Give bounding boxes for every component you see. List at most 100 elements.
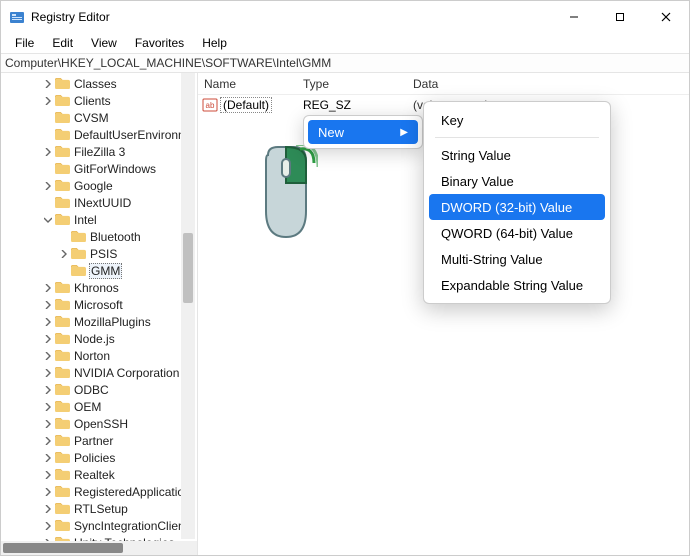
folder-icon xyxy=(71,231,86,243)
window-controls xyxy=(551,1,689,33)
tree-expand-icon[interactable] xyxy=(41,301,55,309)
column-data[interactable]: Data xyxy=(413,77,689,91)
tree-expand-icon[interactable] xyxy=(41,386,55,394)
tree-node[interactable]: OEM xyxy=(1,398,197,415)
tree-node-label: GMM xyxy=(89,263,122,279)
tree-node-label: Google xyxy=(73,179,114,193)
tree-node-label: Clients xyxy=(73,94,112,108)
tree-node[interactable]: Microsoft xyxy=(1,296,197,313)
context-item[interactable]: String Value xyxy=(429,142,605,168)
context-menu-new: Key String Value Binary Value DWORD (32-bit… xyxy=(423,101,611,304)
context-item[interactable]: QWORD (64-bit) Value xyxy=(429,220,605,246)
menu-view[interactable]: View xyxy=(83,35,125,51)
menu-help[interactable]: Help xyxy=(194,35,235,51)
tree-expand-icon[interactable] xyxy=(41,471,55,479)
context-item[interactable]: DWORD (32-bit) Value xyxy=(429,194,605,220)
registry-editor-window: Registry Editor File Edit View Favorites… xyxy=(0,0,690,556)
context-item-label: DWORD (32-bit) Value xyxy=(441,200,572,215)
tree-expand-icon[interactable] xyxy=(41,488,55,496)
tree-expand-icon[interactable] xyxy=(57,250,71,258)
tree-expand-icon[interactable] xyxy=(41,369,55,377)
tree-node[interactable]: Partner xyxy=(1,432,197,449)
tree-vertical-scrollbar[interactable] xyxy=(181,73,195,539)
context-item-label: New xyxy=(318,125,344,140)
tree-node[interactable]: OpenSSH xyxy=(1,415,197,432)
tree-horizontal-thumb[interactable] xyxy=(3,543,123,553)
tree-expand-icon[interactable] xyxy=(41,335,55,343)
tree-node-label: FileZilla 3 xyxy=(73,145,126,159)
tree-node[interactable]: Realtek xyxy=(1,466,197,483)
folder-icon xyxy=(55,95,70,107)
tree-node[interactable]: PSIS xyxy=(1,245,197,262)
context-menu-parent: New ▶ xyxy=(303,115,423,149)
tree-vertical-thumb[interactable] xyxy=(183,233,193,303)
menu-favorites[interactable]: Favorites xyxy=(127,35,192,51)
tree-node[interactable]: GitForWindows xyxy=(1,160,197,177)
tree-node[interactable]: DefaultUserEnvironm xyxy=(1,126,197,143)
tree-expand-icon[interactable] xyxy=(41,284,55,292)
tree-node-label: GitForWindows xyxy=(73,162,157,176)
tree-expand-icon[interactable] xyxy=(41,148,55,156)
column-name[interactable]: Name xyxy=(198,77,303,91)
tree-node[interactable]: MozillaPlugins xyxy=(1,313,197,330)
tree-node[interactable]: Khronos xyxy=(1,279,197,296)
tree-node-label: NVIDIA Corporation xyxy=(73,366,180,380)
tree-expand-icon[interactable] xyxy=(41,352,55,360)
tree-node[interactable]: RTLSetup xyxy=(1,500,197,517)
folder-icon xyxy=(55,112,70,124)
tree-node[interactable]: Clients xyxy=(1,92,197,109)
context-item[interactable]: Binary Value xyxy=(429,168,605,194)
maximize-button[interactable] xyxy=(597,1,643,33)
registry-tree[interactable]: Classes ClientsCVSMDefaultUserEnvironm Fil… xyxy=(1,73,197,551)
menu-edit[interactable]: Edit xyxy=(44,35,81,51)
tree-expand-icon[interactable] xyxy=(41,80,55,88)
folder-icon xyxy=(55,486,70,498)
tree-expand-icon[interactable] xyxy=(41,97,55,105)
minimize-button[interactable] xyxy=(551,1,597,33)
column-type[interactable]: Type xyxy=(303,77,413,91)
folder-icon xyxy=(55,78,70,90)
tree-node-label: OEM xyxy=(73,400,102,414)
tree-node[interactable]: SyncIntegrationClient xyxy=(1,517,197,534)
tree-node-label: Realtek xyxy=(73,468,116,482)
close-button[interactable] xyxy=(643,1,689,33)
tree-node[interactable]: Node.js xyxy=(1,330,197,347)
tree-node[interactable]: Policies xyxy=(1,449,197,466)
context-item[interactable]: Key xyxy=(429,107,605,133)
context-item[interactable]: Multi-String Value xyxy=(429,246,605,272)
submenu-arrow-icon: ▶ xyxy=(400,127,408,138)
tree-expand-icon[interactable] xyxy=(41,420,55,428)
context-item[interactable]: Expandable String Value xyxy=(429,272,605,298)
context-item-new[interactable]: New ▶ xyxy=(308,120,418,144)
address-bar[interactable]: Computer\HKEY_LOCAL_MACHINE\SOFTWARE\Int… xyxy=(1,53,689,73)
tree-node[interactable]: INextUUID xyxy=(1,194,197,211)
tree-node[interactable]: ODBC xyxy=(1,381,197,398)
tree-node[interactable]: NVIDIA Corporation xyxy=(1,364,197,381)
tree-node[interactable]: GMM xyxy=(1,262,197,279)
menu-file[interactable]: File xyxy=(7,35,42,51)
tree-node[interactable]: Classes xyxy=(1,75,197,92)
tree-expand-icon[interactable] xyxy=(41,318,55,326)
folder-icon xyxy=(55,452,70,464)
tree-node[interactable]: Bluetooth xyxy=(1,228,197,245)
row-type: REG_SZ xyxy=(303,98,413,112)
tree-expand-icon[interactable] xyxy=(41,522,55,530)
tree-node-label: RTLSetup xyxy=(73,502,129,516)
tree-expand-icon[interactable] xyxy=(41,182,55,190)
tree-expand-icon[interactable] xyxy=(41,403,55,411)
tree-node[interactable]: Google xyxy=(1,177,197,194)
string-value-icon: ab xyxy=(202,97,218,113)
tree-node[interactable]: Norton xyxy=(1,347,197,364)
tree-horizontal-scrollbar[interactable] xyxy=(1,541,197,555)
tree-expand-icon[interactable] xyxy=(41,505,55,513)
tree-expand-icon[interactable] xyxy=(41,437,55,445)
tree-node-label: Policies xyxy=(73,451,116,465)
tree-node[interactable]: CVSM xyxy=(1,109,197,126)
tree-expand-icon[interactable] xyxy=(41,216,55,224)
context-item-label: Binary Value xyxy=(441,174,514,189)
tree-node[interactable]: RegisteredApplication xyxy=(1,483,197,500)
tree-pane: Classes ClientsCVSMDefaultUserEnvironm Fil… xyxy=(1,73,198,555)
tree-expand-icon[interactable] xyxy=(41,454,55,462)
tree-node[interactable]: Intel xyxy=(1,211,197,228)
tree-node[interactable]: FileZilla 3 xyxy=(1,143,197,160)
